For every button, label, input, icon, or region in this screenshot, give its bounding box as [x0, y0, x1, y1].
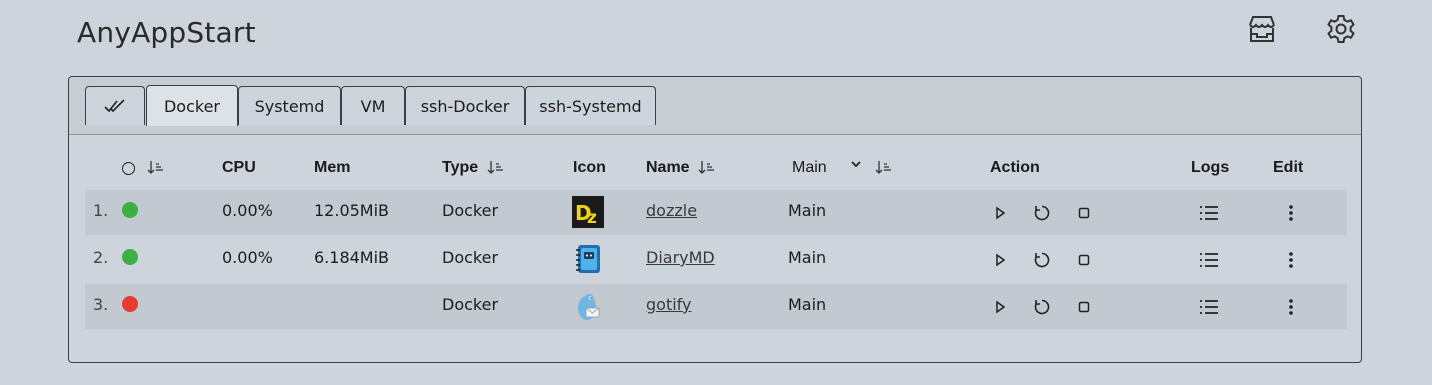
- logs-list-icon[interactable]: [1198, 249, 1220, 271]
- tab-docker[interactable]: Docker: [146, 85, 238, 126]
- diarymd-notebook-icon: [572, 243, 604, 275]
- chevron-down-icon[interactable]: [850, 157, 862, 175]
- play-icon[interactable]: [989, 249, 1011, 271]
- app-store-icon[interactable]: [1245, 12, 1279, 46]
- type-sort-icon[interactable]: [487, 159, 504, 177]
- gear-icon[interactable]: [1324, 12, 1358, 46]
- double-check-icon: [104, 99, 125, 113]
- type-value: Docker: [442, 201, 499, 220]
- tab-select-all[interactable]: [85, 86, 145, 125]
- stop-icon[interactable]: [1073, 202, 1095, 224]
- dozzle-logo-icon: D z: [572, 196, 604, 228]
- edit-header: Edit: [1273, 159, 1304, 176]
- type-value: Docker: [442, 248, 499, 267]
- action-header: Action: [990, 159, 1040, 176]
- mem-value: 12.05MiB: [314, 201, 390, 220]
- gotify-bird-icon: [572, 290, 604, 322]
- type-header: Type: [442, 159, 479, 176]
- apps-panel: Docker Systemd VM ssh-Docker ssh-Systemd…: [68, 76, 1362, 363]
- type-value: Docker: [442, 295, 499, 314]
- more-vertical-icon[interactable]: [1280, 296, 1302, 318]
- app-name-link[interactable]: dozzle: [646, 201, 697, 220]
- logs-list-icon[interactable]: [1198, 296, 1220, 318]
- name-header: Name: [646, 159, 690, 176]
- tab-ssh-systemd[interactable]: ssh-Systemd: [525, 86, 656, 125]
- group-value: Main: [788, 201, 827, 220]
- status-dot-icon: [122, 296, 138, 312]
- table-row: 3. Docker gotify Main: [85, 284, 1347, 330]
- name-sort-icon[interactable]: [698, 159, 715, 177]
- group-value: Main: [788, 295, 827, 314]
- stop-icon[interactable]: [1073, 249, 1095, 271]
- cpu-header: CPU: [222, 159, 256, 176]
- logs-list-icon[interactable]: [1198, 202, 1220, 224]
- cpu-value: 0.00%: [222, 248, 273, 267]
- stop-icon[interactable]: [1073, 296, 1095, 318]
- icon-header: Icon: [573, 159, 606, 176]
- restart-icon[interactable]: [1031, 202, 1053, 224]
- more-vertical-icon[interactable]: [1280, 249, 1302, 271]
- app-name-link[interactable]: gotify: [646, 295, 691, 314]
- row-index: 2.: [93, 248, 109, 267]
- row-index: 1.: [93, 201, 109, 220]
- logs-header: Logs: [1191, 159, 1230, 176]
- status-dot-icon: [122, 202, 138, 218]
- mem-value: 6.184MiB: [314, 248, 390, 267]
- group-sort-icon[interactable]: [875, 159, 892, 177]
- status-dot-icon: [122, 249, 138, 265]
- restart-icon[interactable]: [1031, 296, 1053, 318]
- row-index: 3.: [93, 295, 109, 314]
- more-vertical-icon[interactable]: [1280, 202, 1302, 224]
- tab-bar: Docker Systemd VM ssh-Docker ssh-Systemd: [69, 77, 1361, 135]
- cpu-value: 0.00%: [222, 201, 273, 220]
- app-title: AnyAppStart: [77, 16, 256, 49]
- group-select[interactable]: Main: [792, 159, 827, 177]
- table-row: 1. 0.00% 12.05MiB Docker D z dozzle Main: [85, 190, 1347, 236]
- tab-vm[interactable]: VM: [341, 86, 405, 125]
- play-icon[interactable]: [989, 296, 1011, 318]
- status-sort-icon[interactable]: [147, 159, 164, 177]
- app-name-link[interactable]: DiaryMD: [646, 248, 715, 267]
- restart-icon[interactable]: [1031, 249, 1053, 271]
- status-header-icon: [122, 162, 135, 175]
- group-value: Main: [788, 248, 827, 267]
- mem-header: Mem: [314, 159, 351, 176]
- play-icon[interactable]: [989, 202, 1011, 224]
- tab-systemd[interactable]: Systemd: [238, 86, 341, 125]
- svg-text:z: z: [587, 208, 597, 228]
- table-row: 2. 0.00% 6.184MiB Docker DiaryMD Main: [85, 237, 1347, 283]
- tab-ssh-docker[interactable]: ssh-Docker: [405, 86, 525, 125]
